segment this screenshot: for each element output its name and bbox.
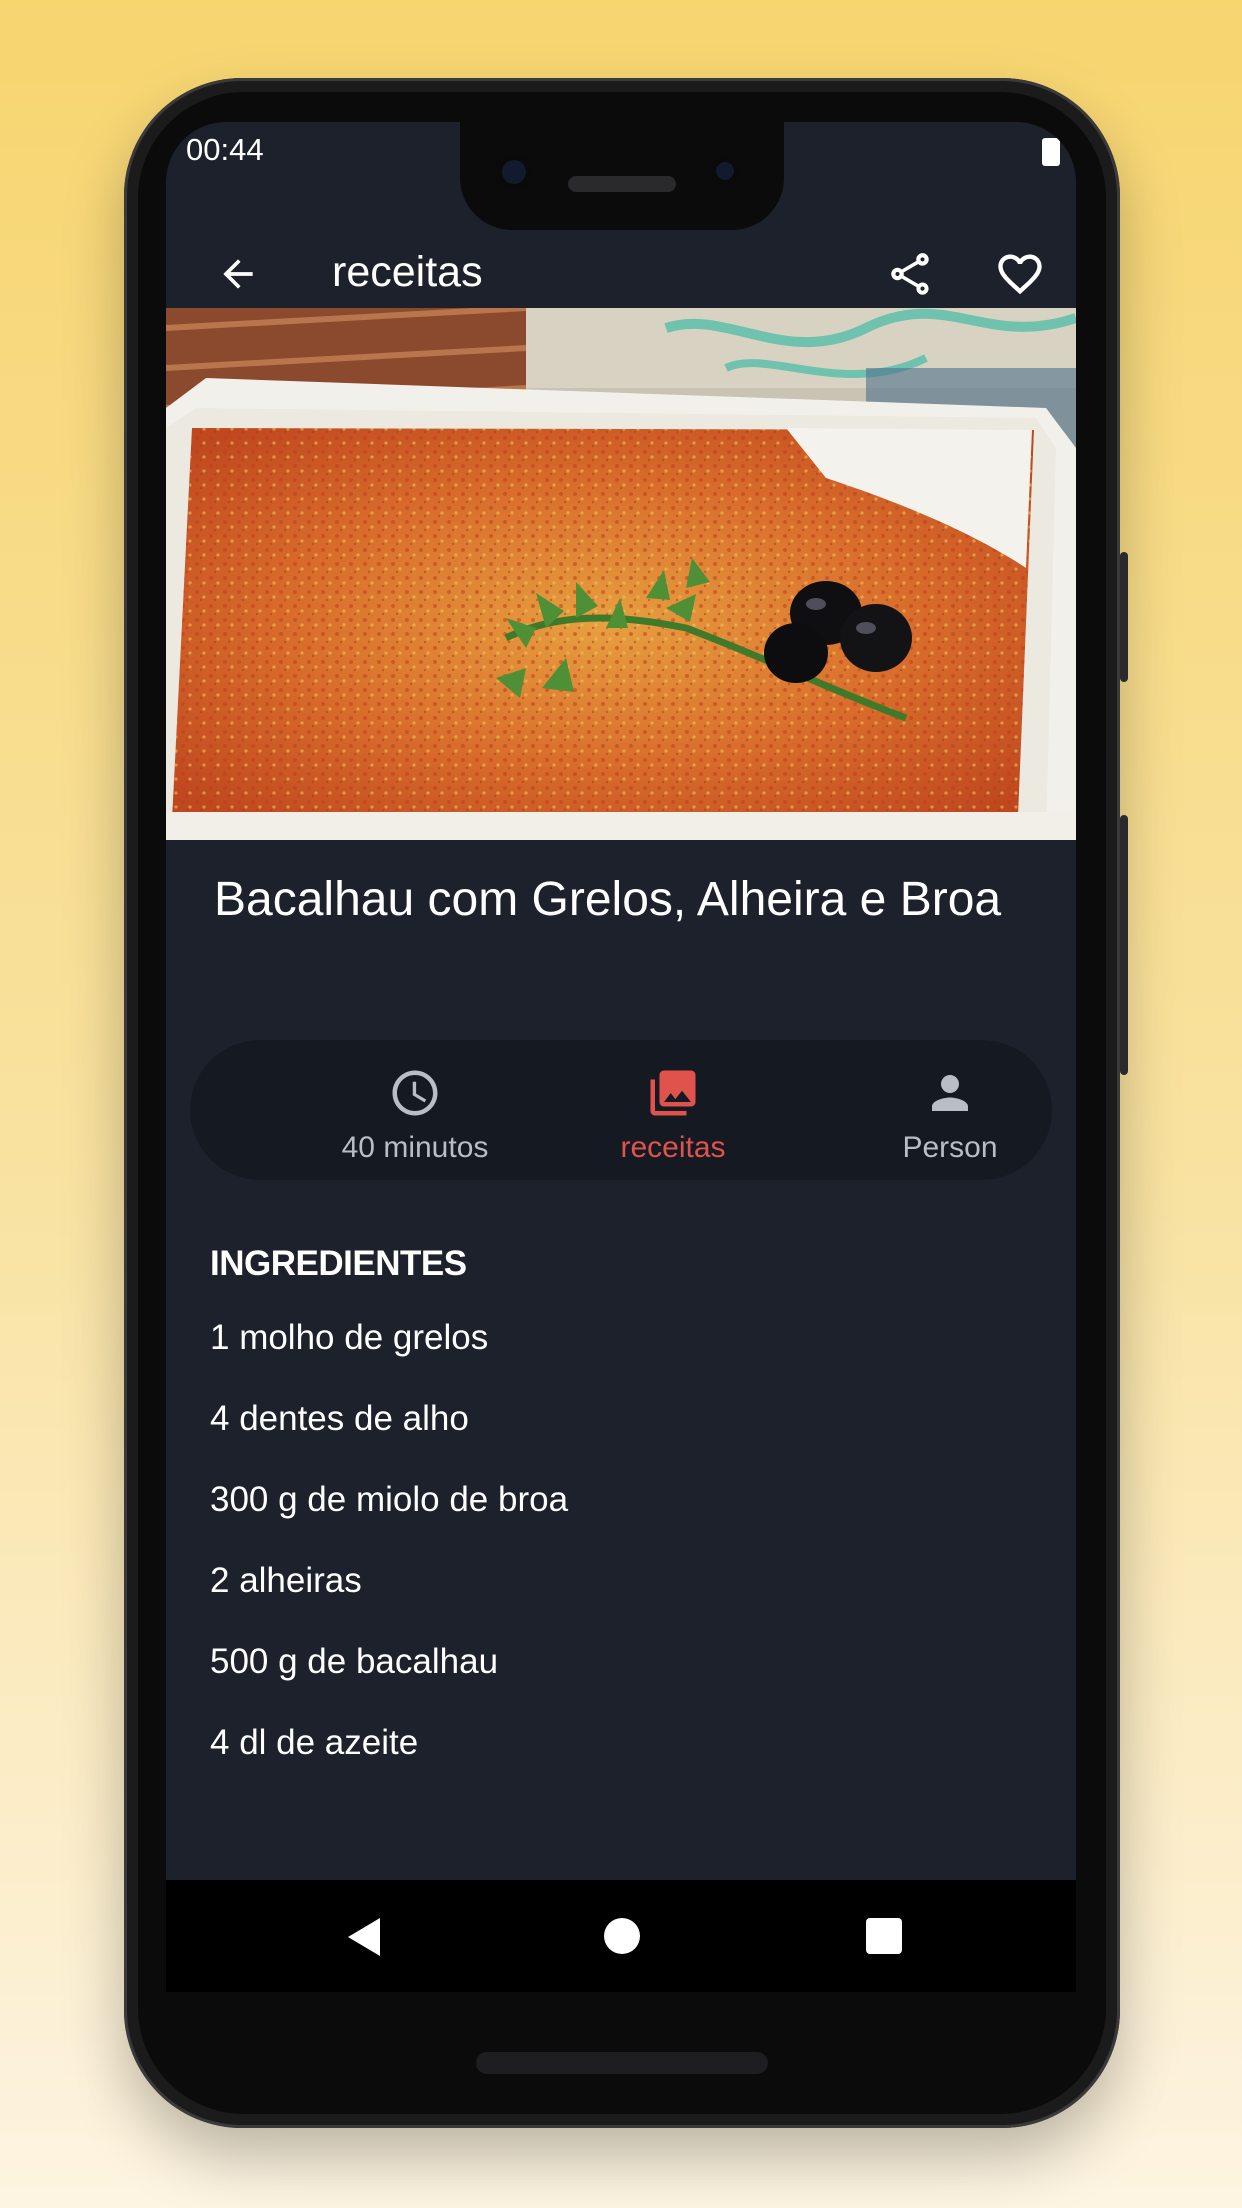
clock-icon: [392, 1070, 438, 1116]
app-screen: 00:44 receitas Bacalhau com Grelos, Alhe…: [166, 122, 1076, 1992]
nav-back-button[interactable]: [344, 1916, 384, 1963]
nav-home-button[interactable]: [604, 1918, 640, 1954]
triangle-back-icon: [348, 1918, 380, 1956]
ingredient-item: 4 dentes de alho: [210, 1399, 469, 1438]
volume-button: [1120, 815, 1128, 1075]
ingredient-item: 4 dl de azeite: [210, 1723, 419, 1762]
heart-outline-icon: [998, 254, 1042, 295]
ingredient-item: 300 g de miolo de broa: [210, 1480, 569, 1519]
share-button[interactable]: [878, 242, 942, 306]
phone-chin-speaker: [476, 2052, 768, 2074]
recipes-label: receitas: [620, 1131, 726, 1164]
info-person: Person: [835, 1066, 1065, 1165]
status-time: 00:44: [186, 132, 264, 167]
back-button[interactable]: [206, 242, 270, 306]
person-label: Person: [902, 1131, 998, 1164]
favorite-button[interactable]: [988, 242, 1052, 306]
camera-notch: [460, 122, 784, 230]
recipe-photo-illustration: [166, 308, 1076, 840]
ingredient-item: 500 g de bacalhau: [210, 1642, 499, 1681]
ingredient-item: 2 alheiras: [210, 1561, 362, 1600]
ingredients-heading: INGREDIENTES: [210, 1244, 467, 1283]
info-time: 40 minutos: [300, 1066, 530, 1165]
share-icon: [891, 253, 929, 295]
info-recipes-button[interactable]: receitas: [558, 1066, 788, 1165]
system-nav-bar: [166, 1880, 1076, 1992]
battery-icon: [1042, 138, 1060, 166]
arrow-back-icon: [223, 259, 253, 289]
front-sensor: [710, 156, 740, 186]
photo-library-icon: [650, 1070, 696, 1116]
earpiece-speaker: [568, 176, 676, 192]
recipe-photo: [166, 308, 1076, 840]
ingredient-item: 1 molho de grelos: [210, 1318, 489, 1357]
person-icon: [932, 1075, 968, 1111]
recipe-info-bar: 40 minutos receitas Person: [190, 1040, 1052, 1180]
nav-recents-button[interactable]: [866, 1918, 902, 1954]
front-camera: [496, 154, 532, 190]
recipe-title: Bacalhau com Grelos, Alheira e Broa: [214, 873, 1002, 926]
ingredients-list: 1 molho de grelos 4 dentes de alho 300 g…: [210, 1318, 568, 1804]
app-title: receitas: [332, 248, 483, 296]
power-button: [1120, 552, 1128, 682]
time-label: 40 minutos: [341, 1131, 489, 1164]
